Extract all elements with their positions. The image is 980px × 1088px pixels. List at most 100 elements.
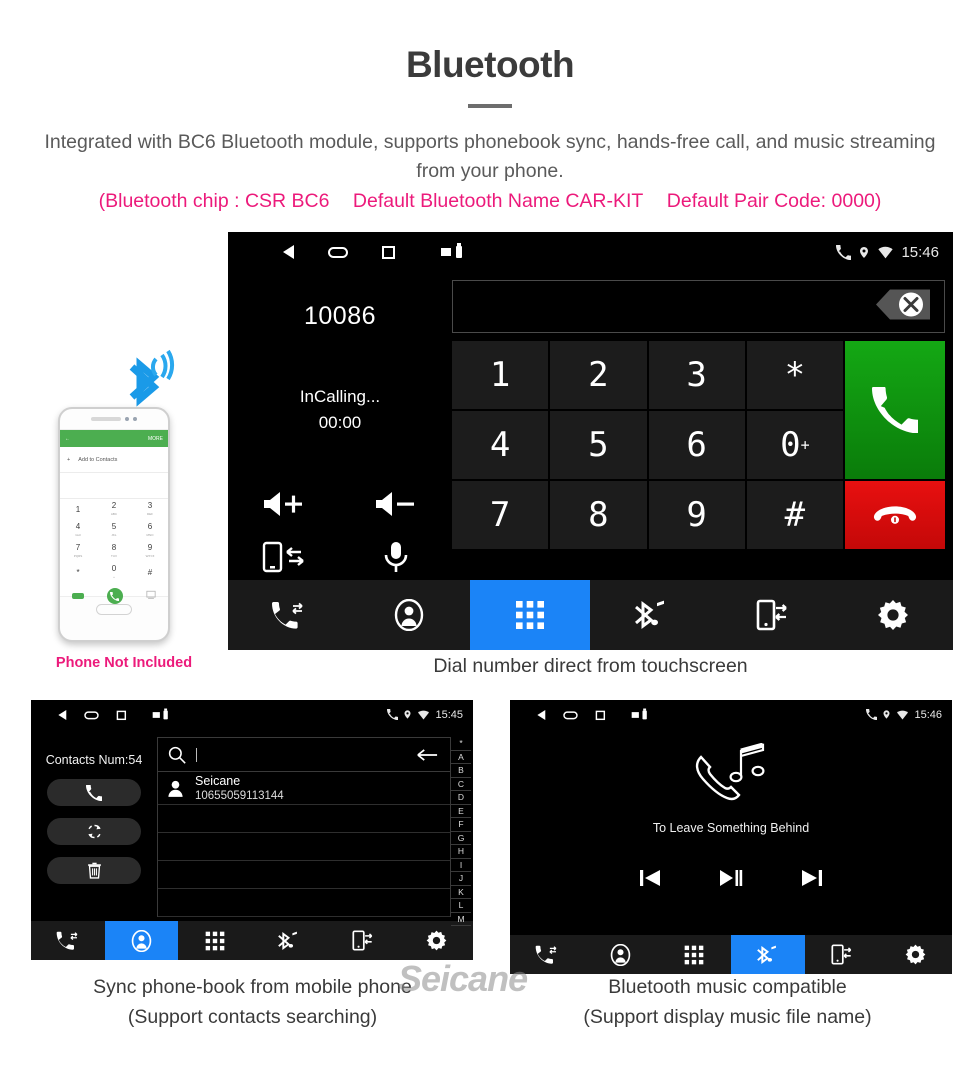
key-1[interactable]: 1 bbox=[452, 341, 549, 409]
end-call-button[interactable] bbox=[845, 481, 945, 549]
key-star[interactable]: * bbox=[746, 341, 843, 409]
back-arrow-icon[interactable] bbox=[416, 748, 438, 762]
call-button[interactable] bbox=[845, 341, 945, 479]
alpha-item[interactable]: G bbox=[451, 832, 471, 845]
back-icon[interactable] bbox=[58, 709, 67, 720]
phone-key[interactable]: 7 PQRS bbox=[60, 541, 96, 562]
tab-call-history[interactable] bbox=[31, 921, 105, 960]
back-icon[interactable] bbox=[537, 709, 546, 720]
key-7[interactable]: 7 bbox=[452, 481, 549, 549]
alpha-item[interactable]: H bbox=[451, 845, 471, 859]
tab-bluetooth-music[interactable] bbox=[252, 921, 326, 960]
phone-key[interactable]: * bbox=[60, 562, 96, 583]
key-hash[interactable]: # bbox=[746, 481, 843, 549]
recent-apps-icon[interactable] bbox=[382, 245, 395, 259]
key-2[interactable]: 2 bbox=[550, 341, 647, 409]
tab-phone-sync[interactable] bbox=[326, 921, 400, 960]
dial-keypad[interactable]: 1 2 3 * 4 5 6 0 + 7 8 9 # bbox=[452, 341, 945, 549]
phone-call-button[interactable] bbox=[106, 588, 123, 604]
alpha-item[interactable]: D bbox=[451, 791, 471, 805]
alphabet-index[interactable]: * A B C D E F G H I J K L M bbox=[451, 737, 471, 926]
previous-track-button[interactable] bbox=[639, 868, 661, 888]
volume-down-icon[interactable] bbox=[373, 490, 419, 518]
bottom-tab-bar[interactable] bbox=[31, 921, 473, 960]
phone-back-arrow[interactable]: ← bbox=[65, 436, 70, 442]
phone-keypad-toggle-icon[interactable] bbox=[146, 587, 156, 605]
tab-settings[interactable] bbox=[399, 921, 473, 960]
phone-key[interactable]: 1 bbox=[60, 499, 96, 520]
back-icon[interactable] bbox=[283, 245, 294, 259]
key-3[interactable]: 3 bbox=[648, 341, 745, 409]
phone-add-to-contacts[interactable]: + Add to Contacts bbox=[60, 447, 168, 473]
alpha-item[interactable]: C bbox=[451, 778, 471, 791]
phone-home-button[interactable] bbox=[96, 603, 132, 615]
transfer-audio-icon[interactable] bbox=[261, 541, 307, 573]
tab-contacts[interactable] bbox=[104, 921, 179, 960]
tab-phone-sync[interactable] bbox=[711, 580, 832, 650]
alpha-item[interactable]: J bbox=[451, 872, 471, 886]
dialer-screenshot: 15:46 10086 InCalling... 00:00 1 2 3 * 4… bbox=[228, 232, 953, 650]
delete-contacts-button[interactable] bbox=[47, 857, 141, 884]
tab-settings[interactable] bbox=[878, 935, 952, 974]
phone-more-label[interactable]: MORE bbox=[148, 436, 163, 442]
home-icon[interactable] bbox=[84, 710, 99, 719]
phone-keypad[interactable]: 1 2 ABC 3 DEF 4 GHI 5 JKL 6 MNO 7 PQRS 8 TUV 9W… bbox=[60, 499, 168, 583]
alpha-item[interactable]: B bbox=[451, 764, 471, 778]
bottom-tab-bar[interactable] bbox=[510, 935, 952, 974]
play-pause-button[interactable] bbox=[719, 868, 743, 888]
recent-apps-icon[interactable] bbox=[595, 709, 606, 720]
phone-icon bbox=[387, 709, 399, 720]
phone-key[interactable]: 2 ABC bbox=[96, 499, 132, 520]
alpha-item[interactable]: E bbox=[451, 805, 471, 818]
dialer-caption: Dial number direct from touchscreen bbox=[433, 655, 748, 677]
microphone-icon[interactable] bbox=[382, 540, 410, 574]
volume-up-icon[interactable] bbox=[261, 490, 307, 518]
tab-contacts[interactable] bbox=[349, 580, 470, 650]
tab-bluetooth-music[interactable] bbox=[590, 580, 711, 650]
phone-key[interactable]: 9 WXYZ bbox=[132, 541, 168, 562]
key-8[interactable]: 8 bbox=[550, 481, 647, 549]
recent-apps-icon[interactable] bbox=[116, 709, 127, 720]
key-0[interactable]: 0 + bbox=[746, 411, 843, 479]
tab-call-history[interactable] bbox=[228, 580, 349, 650]
phone-key[interactable]: # bbox=[132, 562, 168, 583]
phone-key[interactable]: 0 + bbox=[96, 562, 132, 583]
phone-key[interactable]: 8 TUV bbox=[96, 541, 132, 562]
next-track-button[interactable] bbox=[801, 868, 823, 888]
dial-input-field[interactable] bbox=[452, 280, 945, 333]
phone-key[interactable]: 5 JKL bbox=[96, 520, 132, 541]
alpha-item[interactable]: A bbox=[451, 751, 471, 764]
phone-key[interactable]: 3 DEF bbox=[132, 499, 168, 520]
contact-list-item[interactable]: Seicane 10655059113144 bbox=[158, 772, 450, 805]
key-4[interactable]: 4 bbox=[452, 411, 549, 479]
video-call-icon[interactable] bbox=[71, 593, 84, 599]
tab-contacts[interactable] bbox=[584, 935, 658, 974]
phone-key[interactable]: 6 MNO bbox=[132, 520, 168, 541]
tab-settings[interactable] bbox=[832, 580, 953, 650]
tab-keypad[interactable] bbox=[178, 921, 252, 960]
alpha-item[interactable]: I bbox=[451, 859, 471, 872]
key-9[interactable]: 9 bbox=[648, 481, 745, 549]
home-icon[interactable] bbox=[328, 246, 348, 258]
wifi-icon bbox=[417, 710, 430, 720]
tab-keypad[interactable] bbox=[469, 580, 591, 650]
alpha-item[interactable]: * bbox=[451, 737, 471, 751]
key-5[interactable]: 5 bbox=[550, 411, 647, 479]
storage-indicators bbox=[152, 708, 168, 719]
home-icon[interactable] bbox=[563, 710, 578, 719]
tab-phone-sync[interactable] bbox=[805, 935, 879, 974]
music-transport-controls[interactable] bbox=[510, 868, 952, 888]
tab-keypad[interactable] bbox=[657, 935, 731, 974]
call-contact-button[interactable] bbox=[47, 779, 141, 806]
key-6[interactable]: 6 bbox=[648, 411, 745, 479]
alpha-item[interactable]: L bbox=[451, 899, 471, 913]
bottom-tab-bar[interactable] bbox=[228, 580, 953, 650]
music-caption-line2: (Support display music file name) bbox=[583, 1006, 872, 1028]
phone-key[interactable]: 4 GHI bbox=[60, 520, 96, 541]
backspace-icon[interactable] bbox=[874, 287, 932, 326]
tab-bluetooth-music[interactable] bbox=[731, 935, 805, 974]
alpha-item[interactable]: F bbox=[451, 818, 471, 832]
alpha-item[interactable]: K bbox=[451, 886, 471, 899]
search-bar[interactable] bbox=[158, 738, 450, 772]
sync-contacts-button[interactable] bbox=[47, 818, 141, 845]
